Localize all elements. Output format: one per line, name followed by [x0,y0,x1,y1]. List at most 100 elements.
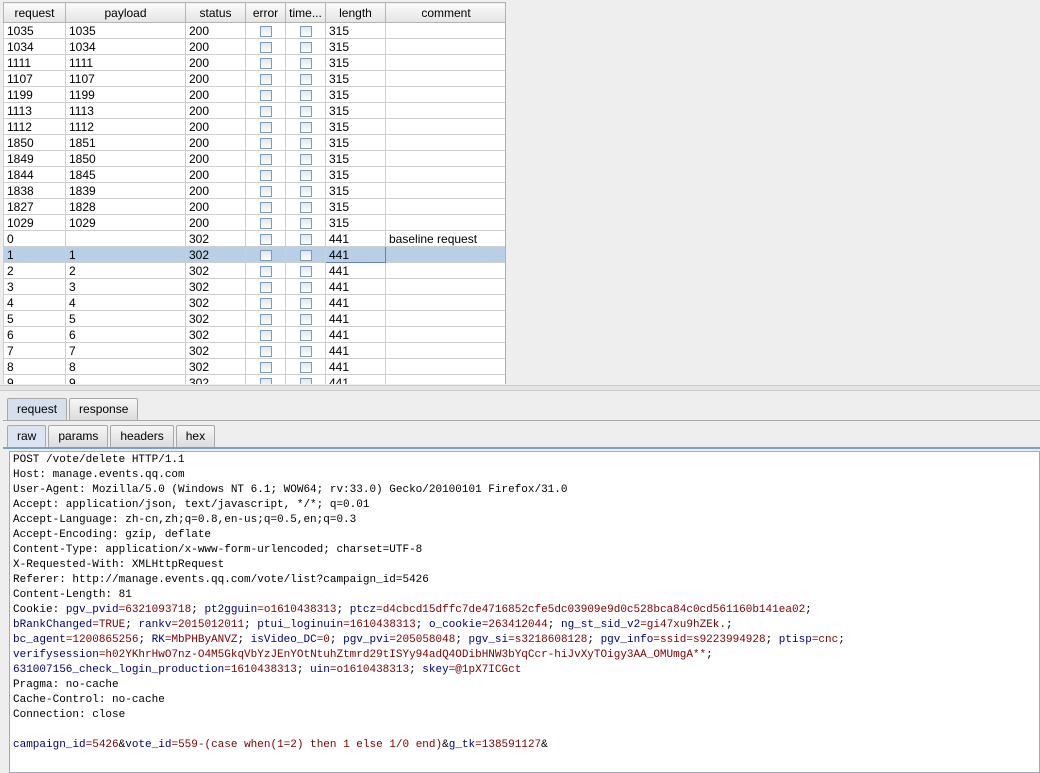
error-checkbox[interactable] [259,281,272,293]
error-checkbox[interactable] [259,361,272,373]
table-row[interactable]: 9 9 302 441 [3,374,505,384]
table-row[interactable]: 1827 1828 200 315 [3,198,505,215]
timeout-cell [285,358,326,375]
timeout-checkbox[interactable] [299,89,312,101]
error-checkbox[interactable] [259,217,272,229]
column-header-error[interactable]: error [245,2,286,23]
results-table-container[interactable]: request payload status error time... len… [3,2,506,384]
cell-payload: 8 [65,358,186,375]
tab-raw[interactable]: raw [7,425,47,447]
error-checkbox[interactable] [259,153,272,165]
error-checkbox[interactable] [259,137,272,149]
tab-headers[interactable]: headers [110,425,174,447]
timeout-cell [285,310,326,327]
request-response-tabs: request response [7,398,139,420]
timeout-checkbox[interactable] [299,57,312,69]
timeout-checkbox[interactable] [299,377,312,384]
param-value: =o1610438313 [329,664,410,676]
timeout-checkbox[interactable] [299,217,312,229]
timeout-checkbox[interactable] [299,297,312,309]
timeout-checkbox[interactable] [299,329,312,341]
timeout-checkbox[interactable] [299,313,312,325]
error-checkbox[interactable] [259,249,272,261]
table-row[interactable]: 1107 1107 200 315 [3,70,505,87]
table-row[interactable]: 8 8 302 441 [3,358,505,375]
tab-response[interactable]: response [69,398,139,420]
error-checkbox[interactable] [259,25,272,37]
table-row[interactable]: 6 6 302 441 [3,326,505,343]
timeout-checkbox[interactable] [299,137,312,149]
column-header-comment[interactable]: comment [385,2,505,23]
column-header-status[interactable]: status [185,2,246,23]
error-checkbox[interactable] [259,169,272,181]
table-row[interactable]: 3 3 302 441 [3,278,505,295]
table-row[interactable]: 0 302 441 baseline request [3,230,505,247]
table-row[interactable]: 1838 1839 200 315 [3,182,505,199]
error-checkbox[interactable] [259,201,272,213]
timeout-checkbox[interactable] [299,281,312,293]
timeout-checkbox[interactable] [299,201,312,213]
param-value: =0 [316,634,330,646]
table-row[interactable]: 1850 1851 200 315 [3,134,505,151]
error-checkbox[interactable] [259,185,272,197]
timeout-checkbox[interactable] [299,73,312,85]
tab-request[interactable]: request [7,398,68,420]
timeout-checkbox[interactable] [299,345,312,357]
tab-params[interactable]: params [48,425,109,447]
error-checkbox[interactable] [259,233,272,245]
cell-request: 1850 [3,134,66,151]
timeout-checkbox[interactable] [299,105,312,117]
column-header-request[interactable]: request [3,2,66,23]
table-row[interactable]: 1 1 302 441 [3,246,505,263]
error-checkbox[interactable] [259,313,272,325]
table-row[interactable]: 1112 1112 200 315 [3,118,505,135]
timeout-checkbox[interactable] [299,25,312,37]
error-checkbox[interactable] [259,105,272,117]
timeout-cell [285,342,326,359]
error-checkbox[interactable] [259,89,272,101]
column-header-payload[interactable]: payload [65,2,186,23]
table-row[interactable]: 7 7 302 441 [3,342,505,359]
timeout-checkbox[interactable] [299,185,312,197]
error-cell [245,134,286,151]
tab-hex[interactable]: hex [175,425,216,447]
column-header-length[interactable]: length [325,2,386,23]
timeout-checkbox[interactable] [299,121,312,133]
column-header-timeout[interactable]: time... [285,2,326,23]
table-row[interactable]: 1844 1845 200 315 [3,166,505,183]
error-checkbox[interactable] [259,329,272,341]
pane-splitter[interactable] [0,385,1040,391]
timeout-checkbox[interactable] [299,361,312,373]
table-row[interactable]: 1035 1035 200 315 [3,22,505,39]
divider [3,420,1040,421]
error-cell [245,310,286,327]
table-row[interactable]: 1034 1034 200 315 [3,38,505,55]
timeout-checkbox[interactable] [299,153,312,165]
table-row[interactable]: 1029 1029 200 315 [3,214,505,231]
raw-request-editor[interactable]: POST /vote/delete HTTP/1.1 Host: manage.e… [9,451,1040,773]
error-checkbox[interactable] [259,57,272,69]
timeout-checkbox[interactable] [299,41,312,53]
table-row[interactable]: 2 2 302 441 [3,262,505,279]
timeout-cell [285,102,326,119]
error-checkbox[interactable] [259,41,272,53]
cell-length: 315 [325,198,386,215]
error-checkbox[interactable] [259,73,272,85]
table-row[interactable]: 1199 1199 200 315 [3,86,505,103]
table-row[interactable]: 5 5 302 441 [3,310,505,327]
timeout-checkbox[interactable] [299,233,312,245]
error-checkbox[interactable] [259,121,272,133]
error-checkbox[interactable] [259,345,272,357]
timeout-checkbox[interactable] [299,265,312,277]
table-row[interactable]: 1849 1850 200 315 [3,150,505,167]
table-row[interactable]: 1111 1111 200 315 [3,54,505,71]
error-checkbox[interactable] [259,377,272,384]
timeout-checkbox[interactable] [299,169,312,181]
error-checkbox[interactable] [259,265,272,277]
error-checkbox[interactable] [259,297,272,309]
error-cell [245,342,286,359]
table-row[interactable]: 4 4 302 441 [3,294,505,311]
cell-comment [385,326,505,343]
timeout-checkbox[interactable] [299,249,312,261]
table-row[interactable]: 1113 1113 200 315 [3,102,505,119]
